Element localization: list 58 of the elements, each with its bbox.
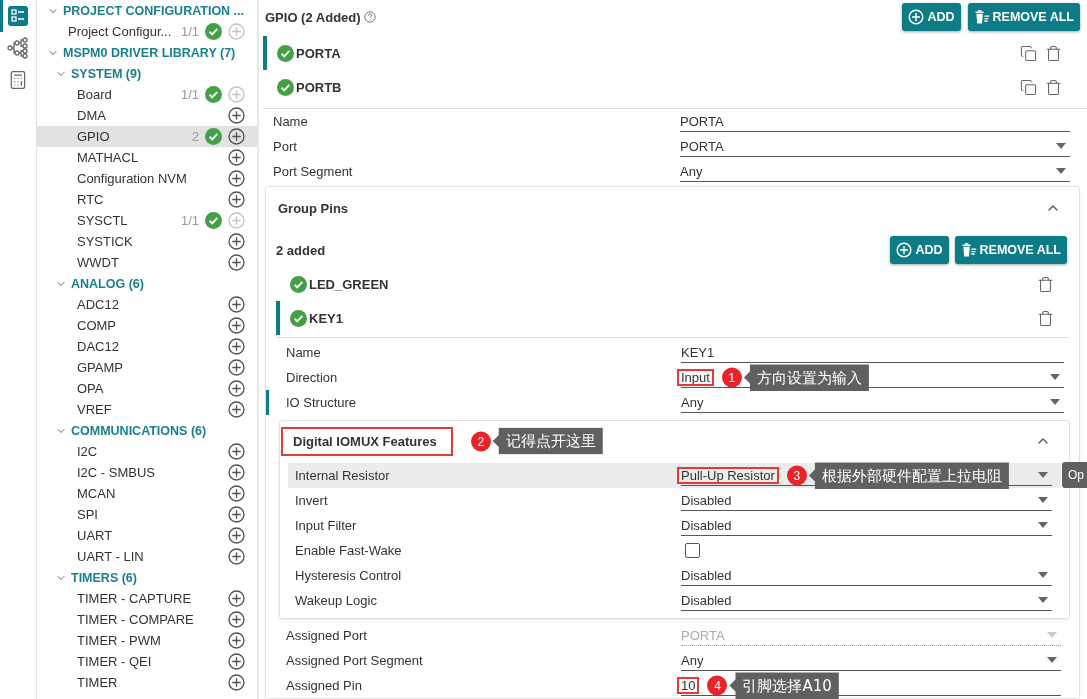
module-label: TIMER bbox=[77, 675, 119, 690]
step-badge: 2 bbox=[470, 431, 491, 451]
field-label: Port Segment bbox=[273, 164, 354, 179]
field-label: Hysteresis Control bbox=[295, 568, 403, 583]
module-label: GPIO bbox=[77, 129, 111, 144]
module-label: MATHACL bbox=[77, 150, 140, 165]
module-label: Board bbox=[77, 87, 113, 102]
field-label: Assigned Port Segment bbox=[286, 653, 424, 668]
module-label: DAC12 bbox=[77, 339, 120, 354]
field-label: Internal Resistor bbox=[295, 468, 391, 483]
instance-label: PORTB bbox=[296, 79, 343, 95]
field-label: Assigned Pin bbox=[286, 678, 363, 693]
instance-count: 1/1 bbox=[180, 24, 199, 39]
field-label: Port bbox=[273, 139, 298, 154]
module-label: SYSTICK bbox=[77, 234, 134, 249]
field-label: Direction bbox=[286, 370, 339, 385]
instance-count: 1/1 bbox=[180, 87, 199, 102]
field-label: Assigned Port bbox=[286, 628, 368, 643]
module-label: SPI bbox=[77, 507, 99, 522]
module-label: MCAN bbox=[77, 486, 117, 501]
field-label: Name bbox=[286, 345, 322, 360]
field-label: IO Structure bbox=[286, 395, 358, 410]
module-label: VREF bbox=[77, 402, 113, 417]
module-label: I2C - SMBUS bbox=[77, 465, 156, 480]
added-count: 2 added bbox=[276, 242, 327, 258]
callout-tooltip: 方向设置为输入 bbox=[743, 364, 869, 391]
module-label: ADC12 bbox=[77, 297, 120, 312]
module-label: Configuration NVM bbox=[77, 171, 188, 186]
module-label: DMA bbox=[77, 108, 107, 123]
page-title: GPIO (2 Added) bbox=[265, 9, 361, 25]
tooltip: Op bbox=[1062, 462, 1087, 488]
module-label: I2C bbox=[77, 444, 99, 459]
module-label: Project Configur... bbox=[68, 24, 173, 39]
module-label: GPAMP bbox=[77, 360, 124, 375]
module-label: TIMER - COMPARE bbox=[77, 612, 195, 627]
module-label: TIMER - PWM bbox=[77, 633, 162, 648]
field-label: Invert bbox=[295, 493, 329, 508]
field-label: Input Filter bbox=[295, 518, 358, 533]
callout-tooltip: 记得点开这里 bbox=[492, 427, 603, 455]
instance-count: 1/1 bbox=[180, 213, 199, 228]
module-label: TIMER - QEI bbox=[77, 654, 153, 669]
module-label: UART - LIN bbox=[77, 549, 145, 564]
module-label: TIMER - CAPTURE bbox=[77, 591, 193, 606]
module-label: RTC bbox=[77, 192, 105, 207]
field-label: Enable Fast-Wake bbox=[295, 543, 403, 558]
instance-count: 2 bbox=[191, 129, 199, 144]
module-label: OPA bbox=[77, 381, 105, 396]
module-label: WWDT bbox=[77, 255, 120, 270]
module-label: SYSCTL bbox=[77, 213, 129, 228]
callout-tooltip: 引脚选择A10 bbox=[729, 672, 839, 699]
module-label: UART bbox=[77, 528, 114, 543]
instance-label: PORTA bbox=[296, 45, 342, 61]
field-label: Name bbox=[273, 114, 309, 129]
callout-tooltip: 根据外部硬件配置上拉电阻 bbox=[808, 462, 1009, 489]
module-label: COMP bbox=[77, 318, 117, 333]
instance-label: KEY1 bbox=[309, 310, 344, 326]
field-label: Wakeup Logic bbox=[295, 593, 378, 608]
instance-label: LED_GREEN bbox=[309, 276, 390, 292]
